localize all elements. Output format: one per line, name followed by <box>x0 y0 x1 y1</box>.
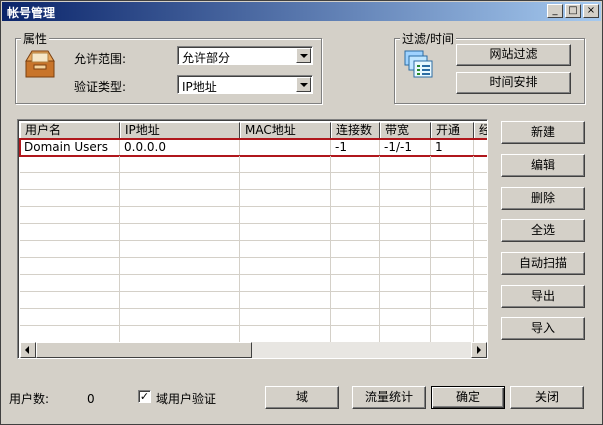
import-button-label: 导入 <box>530 321 555 335</box>
new-button[interactable]: 新建 <box>501 121 585 144</box>
user-list[interactable]: 用户名 IP地址 MAC地址 连接数 带宽 开通 经 Domain Users … <box>17 119 488 359</box>
column-header-enabled[interactable]: 开通 <box>431 122 474 139</box>
scroll-right-icon[interactable] <box>471 342 487 358</box>
maximize-icon: □ <box>568 5 578 16</box>
select-all-button-label: 全选 <box>530 223 555 237</box>
traffic-stats-button-label: 流量统计 <box>364 390 413 404</box>
domain-auth-label[interactable]: 域用户验证 <box>156 390 216 407</box>
empty-row <box>20 275 487 292</box>
scroll-left-icon[interactable] <box>20 342 36 358</box>
domain-button-label: 域 <box>295 390 308 404</box>
list-header: 用户名 IP地址 MAC地址 连接数 带宽 开通 经 <box>20 122 487 139</box>
maximize-button[interactable]: □ <box>565 4 581 18</box>
cell-username: Domain Users <box>20 139 120 156</box>
column-header-connections[interactable]: 连接数 <box>331 122 380 139</box>
site-filter-button-label: 网站过滤 <box>489 47 538 61</box>
account-management-window: 帐号管理 _ □ × 属性 允许范围: 允许部分 验证类型: IP地址 过滤/时… <box>0 0 603 425</box>
column-header-bandwidth[interactable]: 带宽 <box>380 122 431 139</box>
auto-scan-button-label: 自动扫描 <box>518 256 567 270</box>
empty-row <box>20 241 487 258</box>
auto-scan-button[interactable]: 自动扫描 <box>501 252 585 275</box>
document-stack-icon <box>403 49 435 79</box>
cell-mac <box>240 139 331 156</box>
empty-row <box>20 173 487 190</box>
scope-select[interactable]: 允许部分 <box>177 46 313 65</box>
import-button[interactable]: 导入 <box>501 317 585 340</box>
column-header-username[interactable]: 用户名 <box>20 122 120 139</box>
delete-button[interactable]: 删除 <box>501 187 585 210</box>
site-filter-button[interactable]: 网站过滤 <box>456 44 571 66</box>
window-title: 帐号管理 <box>7 6 56 20</box>
edit-button-label: 编辑 <box>530 158 555 172</box>
minimize-icon: _ <box>552 5 558 16</box>
checkmark-icon: ✓ <box>139 390 150 403</box>
cell-extra <box>474 139 487 156</box>
empty-row <box>20 156 487 173</box>
delete-button-label: 删除 <box>530 191 555 205</box>
empty-row <box>20 292 487 309</box>
column-header-mac[interactable]: MAC地址 <box>240 122 331 139</box>
traffic-stats-button[interactable]: 流量统计 <box>352 386 426 409</box>
close-icon: × <box>586 5 596 16</box>
table-row[interactable]: Domain Users 0.0.0.0 -1 -1/-1 1 <box>19 138 487 157</box>
chevron-down-icon[interactable] <box>296 48 311 63</box>
close-button[interactable]: 关闭 <box>510 386 584 409</box>
chevron-down-icon[interactable] <box>296 77 311 92</box>
export-button-label: 导出 <box>530 289 555 303</box>
cell-ip: 0.0.0.0 <box>120 139 240 156</box>
close-button-label: 关闭 <box>534 390 559 404</box>
cell-connections: -1 <box>331 139 380 156</box>
edit-button[interactable]: 编辑 <box>501 154 585 177</box>
empty-row <box>20 309 487 326</box>
ok-button[interactable]: 确定 <box>431 386 505 409</box>
user-count-value: 0 <box>87 392 95 406</box>
domain-button[interactable]: 域 <box>265 386 339 409</box>
domain-auth-checkbox[interactable]: ✓ <box>138 390 151 403</box>
scope-select-value: 允许部分 <box>182 51 231 65</box>
column-header-extra[interactable]: 经 <box>474 122 487 139</box>
minimize-button[interactable]: _ <box>547 4 563 18</box>
ok-button-label: 确定 <box>455 390 480 404</box>
title-bar[interactable]: 帐号管理 _ □ × <box>2 2 601 21</box>
cell-enabled: 1 <box>431 139 474 156</box>
empty-row <box>20 224 487 241</box>
mailbox-icon <box>23 47 57 79</box>
horizontal-scrollbar[interactable] <box>20 342 487 358</box>
schedule-button-label: 时间安排 <box>489 75 538 89</box>
column-header-ip[interactable]: IP地址 <box>120 122 240 139</box>
auth-type-label: 验证类型: <box>74 80 127 94</box>
export-button[interactable]: 导出 <box>501 285 585 308</box>
cell-bandwidth: -1/-1 <box>380 139 431 156</box>
scope-label: 允许范围: <box>74 52 127 66</box>
user-count-label: 用户数: <box>9 392 50 406</box>
empty-row <box>20 190 487 207</box>
empty-row <box>20 326 487 343</box>
filter-time-group-label: 过滤/时间 <box>400 30 457 47</box>
auth-type-select-value: IP地址 <box>182 80 217 94</box>
close-window-button[interactable]: × <box>583 4 599 18</box>
new-button-label: 新建 <box>530 125 555 139</box>
properties-group-label: 属性 <box>21 30 50 47</box>
empty-row <box>20 258 487 275</box>
auth-type-select[interactable]: IP地址 <box>177 75 313 94</box>
empty-row <box>20 207 487 224</box>
select-all-button[interactable]: 全选 <box>501 219 585 242</box>
scrollbar-thumb[interactable] <box>36 342 252 358</box>
schedule-button[interactable]: 时间安排 <box>456 72 571 94</box>
